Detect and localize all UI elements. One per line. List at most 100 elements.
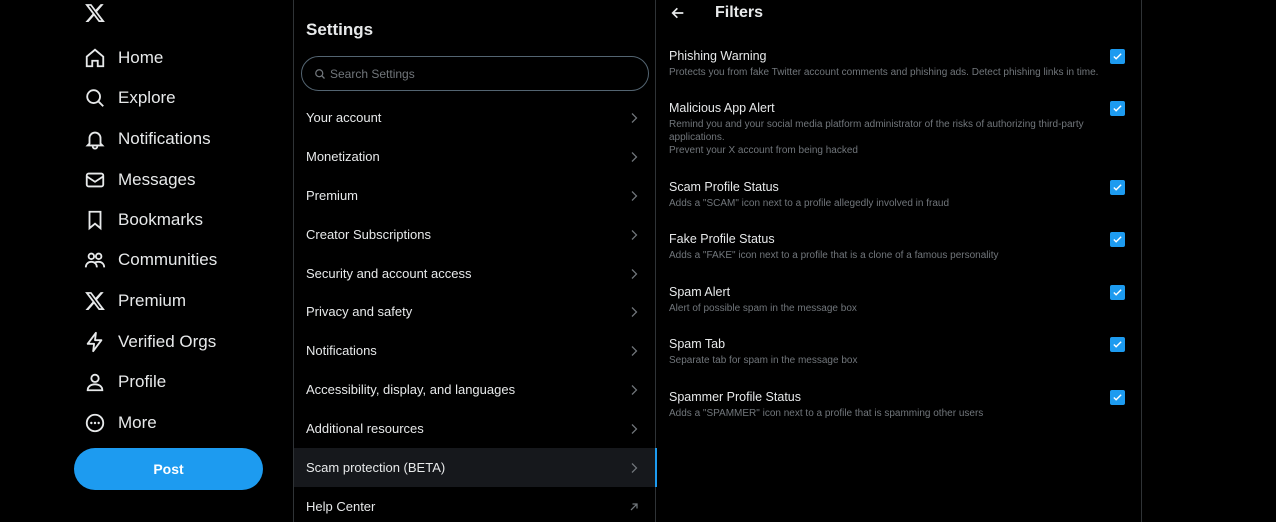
primary-nav: Home Explore Notifications Messages Book… <box>0 0 293 522</box>
chevron-right-icon <box>631 151 638 162</box>
chevron-right-icon <box>631 229 638 240</box>
filter-description: Adds a "SCAM" icon next to a profile all… <box>669 198 950 209</box>
settings-panel: Settings Search Settings Your account Mo… <box>293 0 657 522</box>
settings-item-creator-subscriptions[interactable]: Creator Subscriptions <box>294 215 656 254</box>
filter-spam-alert: Spam Alert Alert of possible spam in the… <box>669 284 1135 315</box>
filter-checkbox[interactable] <box>1110 390 1125 405</box>
external-link-icon <box>630 502 638 510</box>
check-icon <box>1113 53 1122 60</box>
more-icon <box>85 413 105 433</box>
filters-title: Filters <box>715 4 764 21</box>
x-logo-icon <box>85 292 105 310</box>
settings-item-notifications[interactable]: Notifications <box>294 331 656 370</box>
settings-item-label: Privacy and safety <box>306 304 413 319</box>
nav-item-communities[interactable]: Communities <box>84 245 217 275</box>
filter-fake-profile-status: Fake Profile Status Adds a "FAKE" icon n… <box>669 231 1135 262</box>
filter-checkbox[interactable] <box>1110 285 1125 300</box>
nav-item-notifications[interactable]: Notifications <box>84 124 211 154</box>
filter-spammer-profile-status: Spammer Profile Status Adds a "SPAMMER" … <box>669 389 1135 420</box>
filter-title: Phishing Warning <box>669 49 767 63</box>
settings-item-privacy[interactable]: Privacy and safety <box>294 292 656 331</box>
nav-item-home[interactable]: Home <box>84 43 163 73</box>
settings-item-additional-resources[interactable]: Additional resources <box>294 409 656 448</box>
search-placeholder: Search Settings <box>330 66 415 81</box>
back-arrow-icon[interactable] <box>670 5 686 21</box>
nav-item-profile[interactable]: Profile <box>84 367 166 397</box>
nav-item-label: Profile <box>118 372 167 391</box>
settings-item-label: Your account <box>306 110 382 125</box>
settings-item-label: Premium <box>306 188 359 203</box>
filter-description: Remind you and your social media platfor… <box>669 119 1084 143</box>
nav-item-bookmarks[interactable]: Bookmarks <box>84 205 203 235</box>
check-icon <box>1113 289 1122 296</box>
home-icon <box>85 48 105 68</box>
lightning-icon <box>86 331 103 353</box>
chevron-right-icon <box>631 268 638 279</box>
settings-item-label: Monetization <box>306 149 380 164</box>
filter-checkbox[interactable] <box>1110 337 1125 352</box>
nav-item-explore[interactable]: Explore <box>84 83 176 113</box>
x-logo-icon[interactable] <box>84 2 108 26</box>
filter-description: Alert of possible spam in the message bo… <box>669 303 857 314</box>
check-icon <box>1113 341 1122 348</box>
chevron-right-icon <box>631 423 638 434</box>
settings-item-label: Creator Subscriptions <box>306 227 431 242</box>
bell-icon <box>85 131 105 150</box>
chevron-right-icon <box>631 384 638 395</box>
settings-item-premium[interactable]: Premium <box>294 176 656 215</box>
chevron-right-icon <box>631 462 638 473</box>
nav-item-messages[interactable]: Messages <box>84 165 195 195</box>
filter-title: Spammer Profile Status <box>669 390 801 404</box>
nav-item-label: Home <box>118 48 164 67</box>
filter-title: Spam Alert <box>669 285 731 299</box>
settings-item-help-center[interactable]: Help Center <box>294 487 656 522</box>
nav-item-label: Notifications <box>118 129 211 148</box>
filter-description: Adds a "FAKE" icon next to a profile tha… <box>669 250 999 261</box>
settings-item-your-account[interactable]: Your account <box>294 98 656 137</box>
settings-item-scam-protection[interactable]: Scam protection (BETA) <box>294 448 657 487</box>
chevron-right-icon <box>631 112 638 123</box>
chevron-right-icon <box>631 306 638 317</box>
filter-checkbox[interactable] <box>1110 49 1125 64</box>
settings-item-label: Security and account access <box>306 266 472 281</box>
filter-title: Spam Tab <box>669 337 726 351</box>
people-icon <box>84 252 106 268</box>
check-icon <box>1113 236 1122 243</box>
filter-checkbox[interactable] <box>1110 101 1125 116</box>
filter-description: Adds a "SPAMMER" icon next to a profile … <box>669 408 984 419</box>
filter-title: Scam Profile Status <box>669 180 779 194</box>
settings-item-security[interactable]: Security and account access <box>294 254 656 293</box>
filter-description: Separate tab for spam in the message box <box>669 355 858 366</box>
nav-item-label: Bookmarks <box>118 210 204 229</box>
search-icon <box>86 89 104 107</box>
nav-item-label: Communities <box>118 250 218 269</box>
settings-item-label: Accessibility, display, and languages <box>306 382 516 397</box>
check-icon <box>1113 394 1122 401</box>
check-icon <box>1113 105 1122 112</box>
filter-title: Fake Profile Status <box>669 232 775 246</box>
filter-phishing-warning: Phishing Warning Protects you from fake … <box>669 48 1135 79</box>
chevron-right-icon <box>631 190 638 201</box>
search-icon <box>315 68 325 79</box>
post-button[interactable]: Post <box>74 448 263 490</box>
filter-checkbox[interactable] <box>1110 180 1125 195</box>
settings-item-label: Additional resources <box>306 421 424 436</box>
nav-item-premium[interactable]: Premium <box>84 286 186 316</box>
settings-item-monetization[interactable]: Monetization <box>294 137 656 176</box>
filter-checkbox[interactable] <box>1110 232 1125 247</box>
filter-title: Malicious App Alert <box>669 101 775 115</box>
filter-description-secondary: Prevent your X account from being hacked <box>669 145 858 156</box>
page-title: Settings <box>306 20 374 39</box>
check-icon <box>1113 184 1122 191</box>
filter-malicious-app-alert: Malicious App Alert Remind you and your … <box>669 100 1135 157</box>
nav-item-label: Messages <box>118 170 196 189</box>
nav-item-label: Verified Orgs <box>118 332 217 351</box>
settings-item-accessibility[interactable]: Accessibility, display, and languages <box>294 370 656 409</box>
nav-item-more[interactable]: More <box>84 408 157 438</box>
chevron-right-icon <box>631 345 638 356</box>
filters-panel: Filters Phishing Warning Protects you fr… <box>656 0 1142 522</box>
person-icon <box>86 373 104 392</box>
nav-item-verified-orgs[interactable]: Verified Orgs <box>84 327 216 357</box>
search-input[interactable]: Search Settings <box>301 56 649 91</box>
filter-description: Protects you from fake Twitter account c… <box>669 67 1099 78</box>
